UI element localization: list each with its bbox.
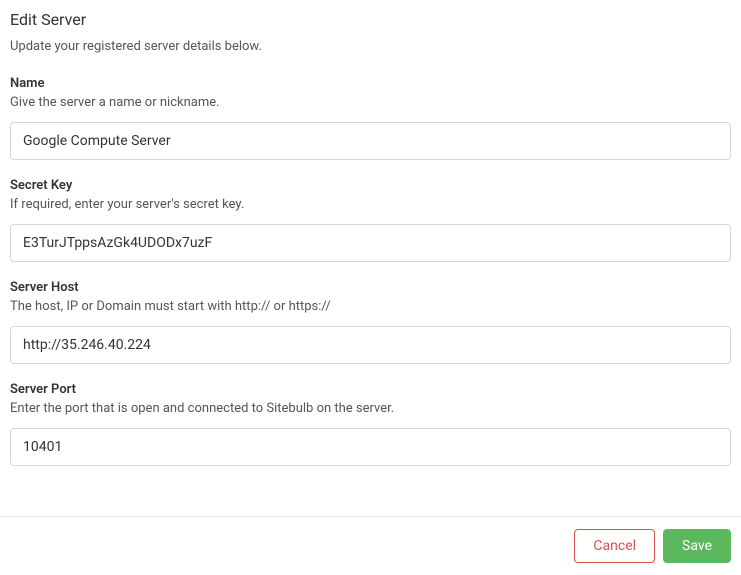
- field-group-server-host: Server Host The host, IP or Domain must …: [10, 280, 731, 364]
- field-group-server-port: Server Port Enter the port that is open …: [10, 382, 731, 466]
- form-content: Edit Server Update your registered serve…: [0, 0, 741, 504]
- page-title: Edit Server: [10, 10, 731, 29]
- secret-key-label: Secret Key: [10, 178, 731, 193]
- field-group-secret-key: Secret Key If required, enter your serve…: [10, 178, 731, 262]
- page-subtitle: Update your registered server details be…: [10, 39, 731, 54]
- server-host-help: The host, IP or Domain must start with h…: [10, 299, 731, 314]
- secret-key-help: If required, enter your server's secret …: [10, 197, 731, 212]
- secret-key-input[interactable]: [10, 224, 731, 262]
- server-host-input[interactable]: [10, 326, 731, 364]
- footer-actions: Cancel Save: [0, 516, 741, 575]
- name-input[interactable]: [10, 122, 731, 160]
- name-help: Give the server a name or nickname.: [10, 95, 731, 110]
- cancel-button[interactable]: Cancel: [574, 529, 655, 563]
- name-label: Name: [10, 76, 731, 91]
- save-button[interactable]: Save: [663, 529, 731, 563]
- server-host-label: Server Host: [10, 280, 731, 295]
- server-port-input[interactable]: [10, 428, 731, 466]
- server-port-label: Server Port: [10, 382, 731, 397]
- field-group-name: Name Give the server a name or nickname.: [10, 76, 731, 160]
- server-port-help: Enter the port that is open and connecte…: [10, 401, 731, 416]
